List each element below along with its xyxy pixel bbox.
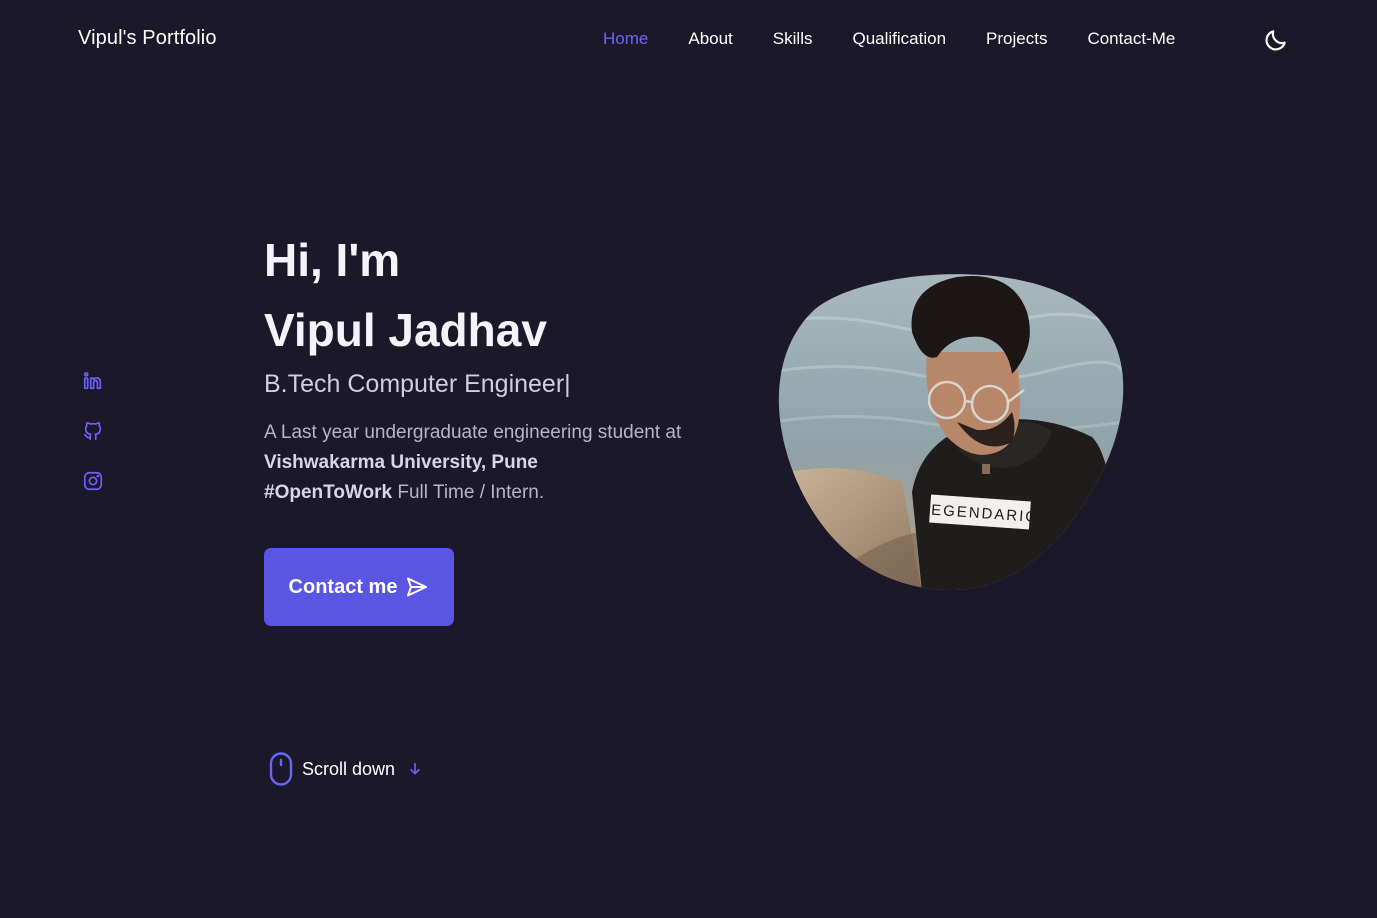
hero-greeting: Hi, I'm <box>264 234 401 286</box>
typing-caret: | <box>564 370 571 398</box>
hero-role: B.Tech Computer Engineer| <box>264 367 571 401</box>
nav-projects[interactable]: Projects <box>986 29 1047 49</box>
github-icon[interactable] <box>82 420 104 442</box>
nav-home[interactable]: Home <box>603 29 648 49</box>
nav-contact-me[interactable]: Contact-Me <box>1087 29 1175 49</box>
site-logo[interactable]: Vipul's Portfolio <box>78 27 217 50</box>
mouse-icon <box>269 752 293 786</box>
profile-photo: LEGENDARIO <box>772 262 1124 592</box>
nav-about[interactable]: About <box>688 29 732 49</box>
hero-role-text: B.Tech Computer Engineer <box>264 370 565 398</box>
social-links <box>82 370 104 492</box>
hero-desc-part2: Full Time / Intern. <box>392 482 545 503</box>
hero-desc-hashtag: #OpenToWork <box>264 482 393 503</box>
arrow-down-icon <box>410 762 420 775</box>
linkedin-icon[interactable] <box>82 370 104 392</box>
nav-qualification[interactable]: Qualification <box>852 29 946 49</box>
moon-icon[interactable] <box>1263 27 1289 53</box>
hero-desc-university: Vishwakarma University, Pune <box>264 452 538 473</box>
hero-description: A Last year undergraduate engineering st… <box>264 418 704 508</box>
site-header: Vipul's Portfolio Home About Skills Qual… <box>0 0 1377 80</box>
contact-me-label: Contact me <box>288 575 398 598</box>
hero-name: Vipul Jadhav <box>264 304 547 356</box>
scroll-down-label: Scroll down <box>302 758 396 779</box>
send-icon <box>407 577 428 597</box>
scroll-down-link[interactable]: Scroll down <box>268 752 423 786</box>
instagram-icon[interactable] <box>82 470 104 492</box>
main-nav: Home About Skills Qualification Projects… <box>603 29 1215 49</box>
hero-desc-part1: A Last year undergraduate engineering st… <box>264 422 682 443</box>
nav-skills[interactable]: Skills <box>773 29 813 49</box>
contact-me-button[interactable]: Contact me <box>264 548 454 626</box>
